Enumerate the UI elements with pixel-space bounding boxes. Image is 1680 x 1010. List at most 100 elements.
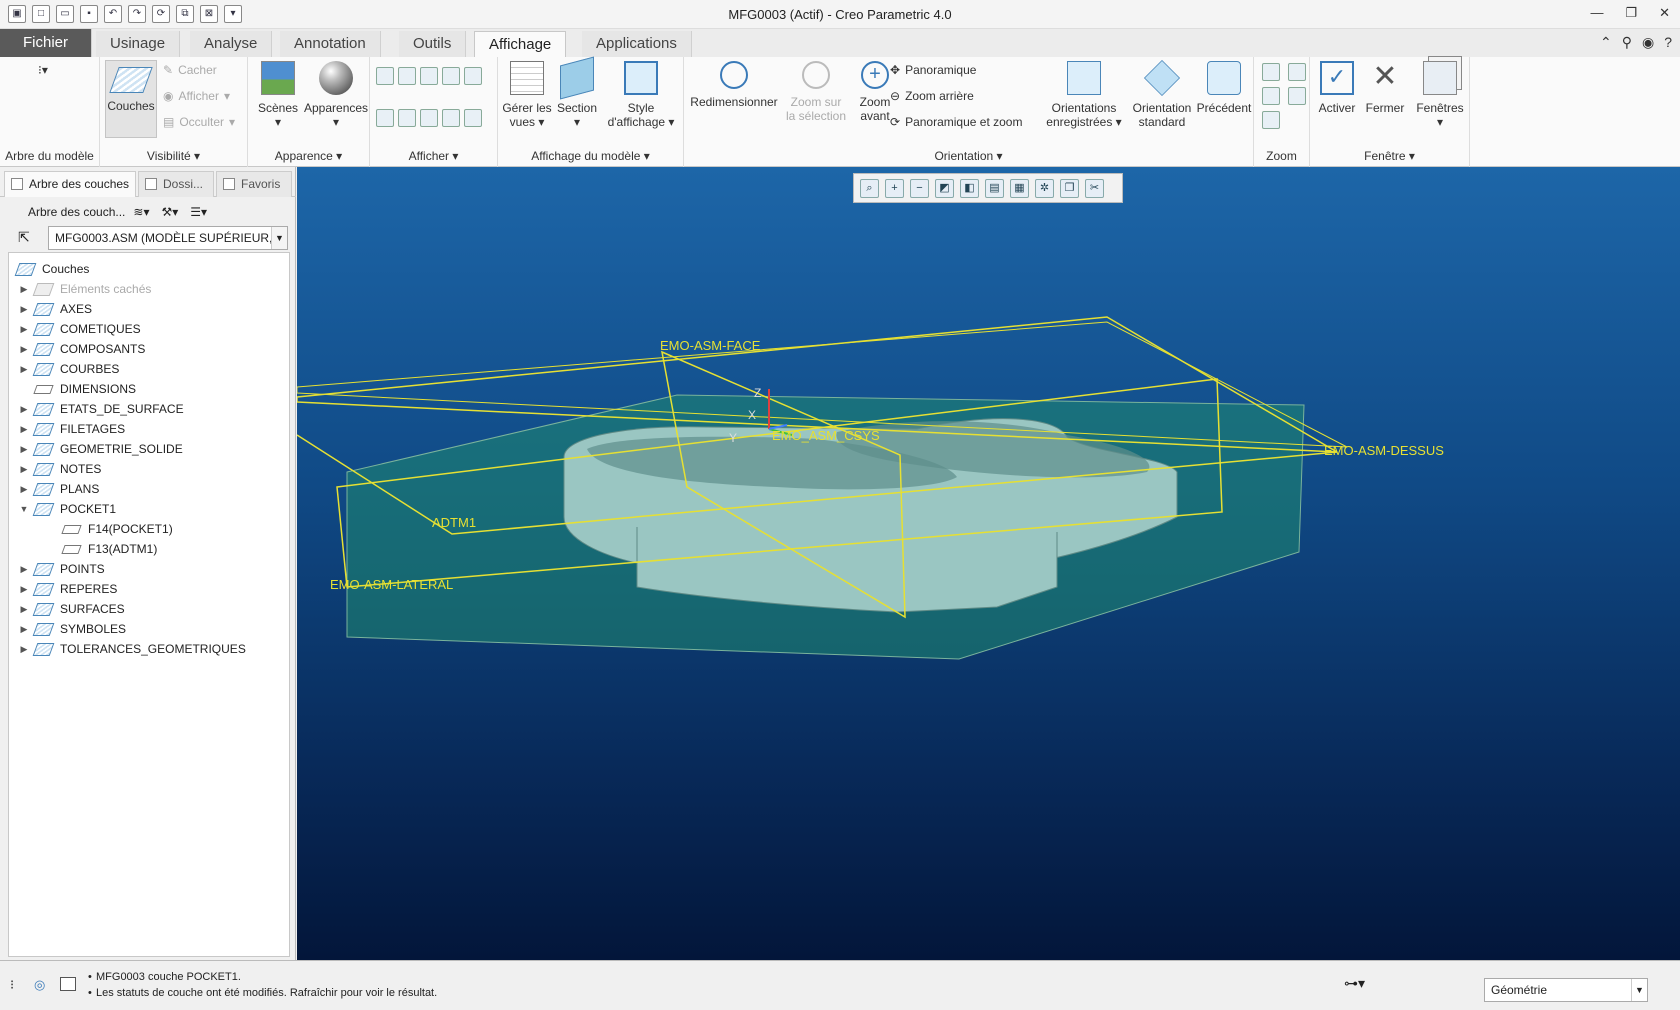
standard-orientation-button[interactable]: Orientation standard bbox=[1126, 59, 1198, 129]
tree-item[interactable]: ▶ PLANS bbox=[9, 479, 100, 499]
expand-arrow-icon[interactable]: ▶ bbox=[17, 364, 31, 375]
tab-outils[interactable]: Outils bbox=[399, 31, 467, 57]
tree-item[interactable]: ▶ SURFACES bbox=[9, 599, 125, 619]
plane-display-icon[interactable] bbox=[376, 67, 394, 85]
tools-icon[interactable]: ⚒▾ bbox=[161, 205, 178, 219]
tree-item[interactable]: ▶ Eléments cachés bbox=[9, 279, 152, 299]
model-selector[interactable]: MFG0003.ASM (MODÈLE SUPÉRIEUR, ACT ▼ bbox=[48, 226, 288, 250]
zoom-in-small-icon[interactable] bbox=[1262, 63, 1280, 81]
zoom-fit-small-icon[interactable] bbox=[1288, 87, 1306, 105]
expand-arrow-icon[interactable]: ▶ bbox=[17, 424, 31, 435]
manage-views-button[interactable]: Gérer les vues ▾ bbox=[502, 61, 552, 129]
tree-item[interactable]: Couches bbox=[9, 259, 89, 279]
expand-arrow-icon[interactable]: ▶ bbox=[17, 304, 31, 315]
plane-tag-icon[interactable] bbox=[376, 109, 394, 127]
refit-button[interactable]: Redimensionner bbox=[688, 61, 780, 109]
previous-button[interactable]: Précédent bbox=[1196, 61, 1252, 115]
point-display-icon[interactable] bbox=[420, 67, 438, 85]
section-button[interactable]: Section ▾ bbox=[554, 56, 600, 129]
spin-center-icon[interactable] bbox=[464, 109, 482, 127]
tree-item[interactable]: ▶ AXES bbox=[9, 299, 92, 319]
search-icon[interactable]: ⚲ bbox=[1622, 34, 1632, 51]
tree-item[interactable]: ▶ NOTES bbox=[9, 459, 102, 479]
tag-display-icon[interactable] bbox=[464, 67, 482, 85]
expand-arrow-icon[interactable]: ▶ bbox=[17, 624, 31, 635]
tab-applications[interactable]: Applications bbox=[582, 31, 692, 57]
close-icon[interactable]: ✕ bbox=[1659, 5, 1670, 21]
tree-item[interactable]: ▶ COMPOSANTS bbox=[9, 339, 146, 359]
expand-arrow-icon[interactable]: ▶ bbox=[17, 464, 31, 475]
tree-item[interactable]: F14(POCKET1) bbox=[9, 519, 173, 539]
expand-arrow-icon[interactable]: ▶ bbox=[17, 564, 31, 575]
tab-favorites[interactable]: Favoris bbox=[216, 171, 292, 197]
tree-item[interactable]: F13(ADTM1) bbox=[9, 539, 157, 559]
tree-item[interactable]: ▶ COMETIQUES bbox=[9, 319, 141, 339]
chevron-down-icon[interactable]: ▼ bbox=[271, 227, 287, 249]
expand-arrow-icon[interactable]: ▶ bbox=[17, 404, 31, 415]
select-pointer-icon[interactable]: ⇱ bbox=[18, 229, 30, 246]
tab-folder[interactable]: Dossi... bbox=[138, 171, 214, 197]
globe-icon[interactable]: ◎ bbox=[34, 977, 45, 993]
pan-button[interactable]: ✥ Panoramique bbox=[890, 63, 976, 77]
conceal-button[interactable]: ▤ Occulter ▾ bbox=[163, 115, 235, 129]
tab-usinage[interactable]: Usinage bbox=[96, 31, 181, 57]
point-tag-icon[interactable] bbox=[420, 109, 438, 127]
close-button[interactable]: ✕ Fermer bbox=[1362, 61, 1408, 116]
expand-arrow-icon[interactable]: ▶ bbox=[17, 344, 31, 355]
help-icon[interactable]: ? bbox=[1664, 34, 1672, 51]
settings-list-icon[interactable]: ☰▾ bbox=[190, 205, 207, 219]
tree-item[interactable]: DIMENSIONS bbox=[9, 379, 136, 399]
tab-analyse[interactable]: Analyse bbox=[190, 31, 273, 57]
zoom-out-small-icon[interactable] bbox=[1262, 87, 1280, 105]
expanded-arrow-icon[interactable]: ▼ bbox=[17, 504, 31, 514]
find-binoculars-icon[interactable]: ⊶▾ bbox=[1344, 975, 1365, 992]
layer-filter-icon[interactable]: ≋▾ bbox=[133, 205, 149, 219]
display-style-button[interactable]: Style d'affichage ▾ bbox=[602, 61, 680, 129]
zoom-area-icon[interactable] bbox=[1288, 63, 1306, 81]
graphics-viewport[interactable]: ⌕ + − ◩ ◧ ▤ ▦ ✲ ❐ ✂ EMO-ASM-FACE EMO_ASM… bbox=[297, 167, 1680, 960]
zoom-selection-button[interactable]: Zoom sur la sélection bbox=[780, 61, 852, 123]
full-screen-icon[interactable] bbox=[60, 977, 76, 991]
model-tree-toggle-icon[interactable]: ⁝▾ bbox=[38, 63, 48, 77]
expand-arrow-icon[interactable]: ▶ bbox=[17, 324, 31, 335]
expand-arrow-icon[interactable]: ▶ bbox=[17, 484, 31, 495]
chevron-down-icon[interactable]: ▼ bbox=[1631, 979, 1647, 1001]
csys-tag-icon[interactable] bbox=[442, 109, 460, 127]
tab-affichage[interactable]: Affichage bbox=[474, 31, 567, 57]
expand-arrow-icon[interactable]: ▶ bbox=[17, 644, 31, 655]
tab-annotation[interactable]: Annotation bbox=[280, 31, 381, 57]
appearances-button[interactable]: Apparences ▾ bbox=[304, 61, 368, 129]
zoom-selection-small-icon[interactable] bbox=[1262, 111, 1280, 129]
community-icon[interactable]: ◉ bbox=[1642, 34, 1654, 51]
axis-tag-icon[interactable] bbox=[398, 109, 416, 127]
minimize-icon[interactable]: — bbox=[1590, 5, 1603, 21]
tree-item[interactable]: ▶ POINTS bbox=[9, 559, 105, 579]
tree-item[interactable]: ▶ FILETAGES bbox=[9, 419, 126, 439]
tree-item[interactable]: ▶ ETATS_DE_SURFACE bbox=[9, 399, 184, 419]
expand-arrow-icon[interactable]: ▶ bbox=[17, 584, 31, 595]
layers-button[interactable]: Couches bbox=[105, 60, 157, 138]
layout-icon[interactable]: ⁝ bbox=[10, 977, 14, 993]
axis-display-icon[interactable] bbox=[398, 67, 416, 85]
tab-layer-tree[interactable]: Arbre des couches bbox=[4, 171, 136, 197]
show-button[interactable]: ◉ Afficher ▾ bbox=[163, 89, 230, 103]
tree-item[interactable]: ▶ REPERES bbox=[9, 579, 118, 599]
expand-arrow-icon[interactable]: ▶ bbox=[17, 444, 31, 455]
zoom-out-button[interactable]: ⊖ Zoom arrière bbox=[890, 89, 974, 103]
scenes-button[interactable]: Scènes ▾ bbox=[254, 61, 302, 129]
collapse-ribbon-icon[interactable]: ⌃ bbox=[1600, 34, 1612, 51]
windows-button[interactable]: Fenêtres ▾ bbox=[1412, 61, 1468, 129]
tree-item[interactable]: ▶ SYMBOLES bbox=[9, 619, 127, 639]
hide-button[interactable]: ✎ Cacher bbox=[163, 63, 217, 77]
tree-item[interactable]: ▶ TOLERANCES_GEOMETRIQUES bbox=[9, 639, 246, 659]
csys-display-icon[interactable] bbox=[442, 67, 460, 85]
selection-filter[interactable]: Géométrie ▼ bbox=[1484, 978, 1648, 1002]
saved-orientations-button[interactable]: Orientations enregistrées ▾ bbox=[1042, 61, 1126, 129]
expand-arrow-icon[interactable]: ▶ bbox=[17, 284, 31, 295]
tree-item[interactable]: ▼ POCKET1 bbox=[9, 499, 116, 519]
pan-zoom-button[interactable]: ⟳ Panoramique et zoom bbox=[890, 115, 1022, 129]
expand-arrow-icon[interactable]: ▶ bbox=[17, 604, 31, 615]
tree-item[interactable]: ▶ GEOMETRIE_SOLIDE bbox=[9, 439, 183, 459]
restore-icon[interactable]: ❐ bbox=[1625, 5, 1637, 21]
activate-button[interactable]: ✓ Activer bbox=[1314, 61, 1360, 115]
